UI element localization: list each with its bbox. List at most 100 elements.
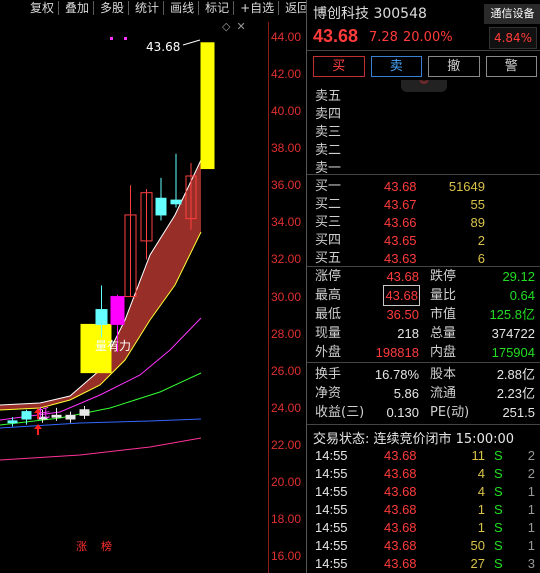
tick-side: S bbox=[494, 502, 503, 517]
tick-time: 14:55 bbox=[315, 538, 348, 553]
alert-button[interactable]: 警 bbox=[485, 56, 537, 77]
candle-body bbox=[65, 414, 76, 420]
chart-corner-icons: ◇ ✕ bbox=[222, 20, 246, 33]
ma60-line bbox=[0, 418, 202, 429]
tick-price: 43.68 bbox=[384, 448, 417, 463]
bid-row[interactable]: 买二 43.67 55 bbox=[307, 196, 540, 214]
divider bbox=[307, 362, 540, 363]
ask-row[interactable]: 卖二 bbox=[307, 142, 540, 160]
y-tick-label: 38.00 bbox=[271, 141, 302, 156]
badge-list[interactable]: 榜 bbox=[101, 538, 112, 554]
ask-row[interactable]: 卖四 bbox=[307, 106, 540, 124]
ask-row[interactable]: 卖一 bbox=[307, 160, 540, 178]
buy-button[interactable]: 买 bbox=[313, 56, 365, 77]
toolbar-stats[interactable]: 统计 bbox=[129, 1, 165, 15]
diamond-icon[interactable]: ◇ bbox=[222, 20, 230, 33]
signal-badges: 涨 榜 bbox=[76, 538, 112, 554]
tick-price: 43.68 bbox=[384, 466, 417, 481]
sector-change-badge[interactable]: 4.84% bbox=[489, 27, 537, 49]
bid-row[interactable]: 买四 43.65 2 bbox=[307, 232, 540, 250]
stat-value: 5.86 bbox=[393, 386, 419, 401]
bid-volume: 89 bbox=[470, 215, 485, 230]
candle-body bbox=[200, 42, 215, 170]
kline-chart[interactable]: 44.00 42.00 40.00 38.00 36.00 34.00 32.00 30.00… bbox=[0, 0, 306, 573]
tick-price: 43.68 bbox=[384, 484, 417, 499]
tick-row: 14:55 43.68 1 S 1 bbox=[307, 519, 540, 537]
y-tick-label: 40.00 bbox=[271, 104, 302, 119]
y-tick-label: 22.00 bbox=[271, 437, 302, 452]
bid-label: 买四 bbox=[315, 233, 342, 248]
candle-body bbox=[170, 199, 182, 205]
bid-price: 43.65 bbox=[384, 233, 417, 248]
candle-body bbox=[51, 414, 62, 418]
badge-limit-up[interactable]: 涨 bbox=[76, 538, 87, 554]
toolbar-add-watch[interactable]: +自选 bbox=[234, 1, 280, 15]
ask-row[interactable]: 卖五 bbox=[307, 88, 540, 106]
divider bbox=[307, 174, 540, 175]
ask-label: 卖一 bbox=[315, 161, 342, 176]
bid-label: 买二 bbox=[315, 197, 342, 212]
candle-body bbox=[21, 411, 32, 420]
y-tick-label: 42.00 bbox=[271, 66, 302, 81]
toolbar-mark[interactable]: 标记 bbox=[199, 1, 235, 15]
close-icon[interactable]: ✕ bbox=[236, 20, 245, 33]
tick-volume: 1 bbox=[477, 502, 485, 517]
marker-annotation: 托 bbox=[38, 406, 51, 420]
bid-volume: 51649 bbox=[448, 179, 485, 194]
sell-button[interactable]: 卖 bbox=[370, 56, 422, 77]
stat-value: 43.68 bbox=[386, 269, 419, 284]
tick-side: S bbox=[494, 556, 503, 571]
stat-label: 收益(三) bbox=[315, 405, 365, 420]
stat-value: 43.68 bbox=[383, 285, 420, 306]
sector-button[interactable]: 通信设备 bbox=[484, 4, 540, 24]
stat-value: 16.78% bbox=[374, 367, 419, 382]
ask-row[interactable]: 卖三 bbox=[307, 124, 540, 142]
signal-dot bbox=[124, 37, 127, 40]
price-change-pct: 20.00% bbox=[403, 30, 453, 45]
tick-time: 14:55 bbox=[315, 520, 348, 535]
y-tick-label: 20.00 bbox=[271, 475, 302, 490]
price-change: 7.28 bbox=[369, 30, 398, 45]
tick-price: 43.68 bbox=[384, 502, 417, 517]
stat-label: 流通 bbox=[430, 386, 457, 401]
kline-svg[interactable] bbox=[0, 0, 306, 573]
ask-label: 卖四 bbox=[315, 107, 342, 122]
stat-value: 2.88亿 bbox=[496, 367, 535, 382]
stat-value: 36.50 bbox=[386, 307, 419, 322]
toolbar-multi[interactable]: 多股 bbox=[94, 1, 130, 15]
bid-row[interactable]: 买一 43.68 51649 bbox=[307, 178, 540, 196]
tick-side: S bbox=[494, 520, 503, 535]
stat-label: 量比 bbox=[430, 288, 457, 303]
stat-row: 最低 36.50 市值 125.8亿 bbox=[307, 305, 540, 324]
tick-row: 14:55 43.68 4 S 1 bbox=[307, 483, 540, 501]
tick-time: 14:55 bbox=[315, 556, 348, 571]
tick-side: S bbox=[494, 484, 503, 499]
toolbar-overlay[interactable]: 叠加 bbox=[59, 1, 95, 15]
stat-value: 0.130 bbox=[386, 405, 419, 420]
bid-row[interactable]: 买三 43.66 89 bbox=[307, 214, 540, 232]
tick-count: 1 bbox=[527, 502, 535, 517]
stat-label: 换手 bbox=[315, 367, 342, 382]
tick-count: 2 bbox=[527, 448, 535, 463]
tick-side: S bbox=[494, 448, 503, 463]
trade-actions: 买 卖 撤 警 bbox=[313, 56, 537, 78]
stat-label: 总量 bbox=[430, 326, 457, 341]
stat-row: 涨停 43.68 跌停 29.12 bbox=[307, 267, 540, 286]
toolbar-draw[interactable]: 画线 bbox=[164, 1, 200, 15]
candle-body bbox=[79, 409, 90, 416]
tick-row: 14:55 43.68 4 S 2 bbox=[307, 465, 540, 483]
stat-row: 外盘 198818 内盘 175904 bbox=[307, 343, 540, 362]
y-tick-label: 28.00 bbox=[271, 326, 302, 341]
cancel-order-button[interactable]: 撤 bbox=[428, 56, 480, 77]
toolbar-adjust[interactable]: 复权 bbox=[0, 1, 60, 15]
bid-price: 43.68 bbox=[384, 179, 417, 194]
stat-row: 最高 43.68 量比 0.64 bbox=[307, 285, 540, 306]
y-tick-label: 34.00 bbox=[271, 215, 302, 230]
ask-label: 卖三 bbox=[315, 125, 342, 140]
tick-count: 1 bbox=[527, 484, 535, 499]
stat-value: 251.5 bbox=[502, 405, 535, 420]
y-tick-label: 32.00 bbox=[271, 252, 302, 267]
stat-row: 收益(三) 0.130 PE(动) 251.5 bbox=[307, 403, 540, 422]
tick-count: 1 bbox=[527, 538, 535, 553]
tick-row: 14:55 43.68 27 S 3 bbox=[307, 555, 540, 573]
